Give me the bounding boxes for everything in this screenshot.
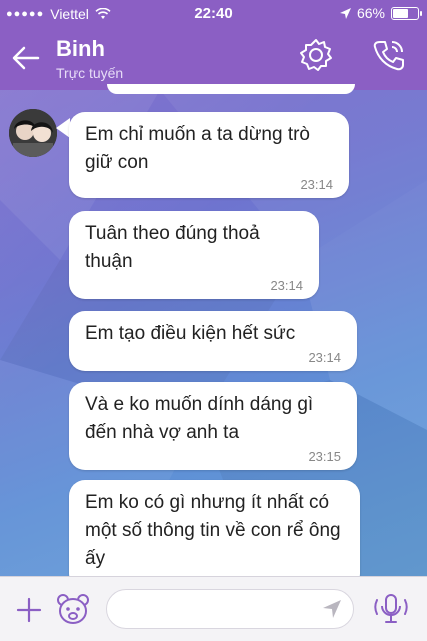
message-time: 23:14: [270, 278, 303, 293]
message-time: 23:15: [308, 449, 341, 464]
message-input-bar: [0, 576, 427, 641]
battery-percent: 66%: [356, 5, 385, 21]
message-text: Tuân theo đúng thoả thuận: [85, 223, 260, 272]
contact-status: Trực tuyến: [56, 65, 124, 81]
avatar-photo: [9, 109, 57, 157]
back-arrow-icon[interactable]: [8, 40, 44, 76]
status-bar: ●●●●● Viettel 22:40 66%: [0, 0, 427, 28]
voice-mic-icon[interactable]: [372, 591, 410, 627]
message-text: Em chỉ muốn a ta dừng trò giữ con: [85, 124, 310, 173]
bubble-tail: [56, 118, 70, 138]
message-text: Và e ko muốn dính dáng gì đến nhà vợ anh…: [85, 394, 314, 443]
location-arrow-icon: [339, 7, 351, 19]
message-bubble[interactable]: Em chỉ muốn a ta dừng trò giữ con 23:14: [69, 112, 349, 198]
chat-header: Binh Trực tuyến: [0, 28, 427, 90]
battery-icon: [391, 6, 422, 20]
message-time: 23:14: [300, 177, 333, 192]
contact-name[interactable]: Binh: [56, 36, 105, 62]
message-bubble[interactable]: Em tạo điều kiện hết sức 23:14: [69, 311, 357, 371]
phone-call-icon[interactable]: [370, 36, 408, 74]
message-time: 23:14: [308, 350, 341, 365]
message-bubble[interactable]: Tuân theo đúng thoả thuận 23:14: [69, 211, 319, 299]
contact-avatar[interactable]: [9, 109, 57, 157]
message-text: Em ko có gì nhưng ít nhất có một số thôn…: [85, 492, 341, 569]
settings-gear-icon[interactable]: [297, 36, 335, 74]
message-input[interactable]: [106, 589, 354, 629]
previous-message-bubble: [107, 84, 355, 94]
message-bubble[interactable]: Và e ko muốn dính dáng gì đến nhà vợ anh…: [69, 382, 357, 470]
message-bubble[interactable]: Em ko có gì nhưng ít nhất có một số thôn…: [69, 480, 360, 590]
plus-icon[interactable]: [14, 595, 44, 625]
send-arrow-icon[interactable]: [322, 599, 342, 619]
message-text: Em tạo điều kiện hết sức: [85, 323, 296, 344]
sticker-bear-icon[interactable]: [56, 592, 90, 626]
